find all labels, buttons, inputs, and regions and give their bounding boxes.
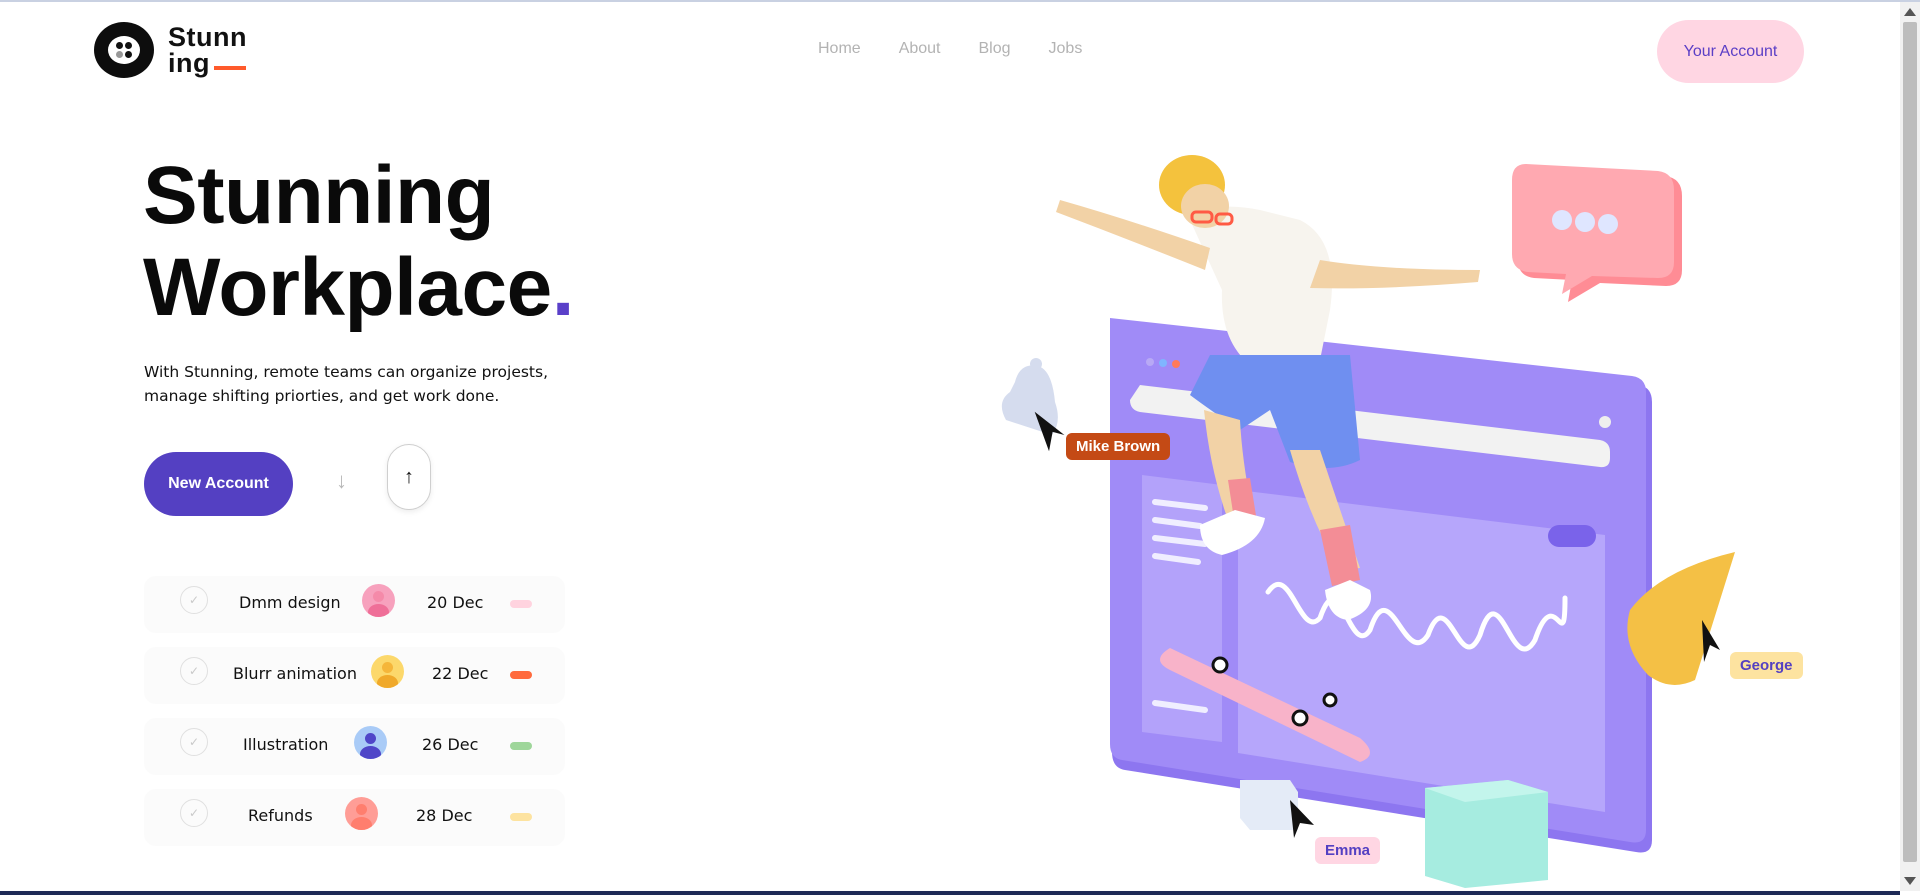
avatar xyxy=(362,584,395,617)
task-name: Refunds xyxy=(248,806,313,825)
task-row[interactable]: ✓ Dmm design 20 Dec xyxy=(144,576,565,633)
task-list: ✓ Dmm design 20 Dec ✓ Blurr animation 22… xyxy=(144,576,565,860)
main-nav: Home About Blog Jobs xyxy=(818,40,1120,58)
task-name: Blurr animation xyxy=(233,664,357,683)
status-badge xyxy=(510,600,532,608)
hero-illustration: Mike Brown George Emma xyxy=(960,140,1810,890)
brand-logo[interactable]: Stunn ing xyxy=(94,22,247,78)
status-badge xyxy=(510,671,532,679)
new-account-button[interactable]: New Account xyxy=(144,452,293,516)
title-dot: . xyxy=(551,242,575,333)
page-scrollbar[interactable] xyxy=(1900,2,1920,891)
task-date: 28 Dec xyxy=(416,806,473,825)
page-title: Stunning Workplace. xyxy=(143,150,575,334)
logo-underline xyxy=(214,66,246,70)
check-icon[interactable]: ✓ xyxy=(180,799,208,827)
arrow-down-icon[interactable]: ↓ xyxy=(336,468,347,494)
title-line1: Stunning xyxy=(143,150,495,241)
nav-blog[interactable]: Blog xyxy=(979,40,1011,58)
task-date: 22 Dec xyxy=(432,664,489,683)
label-mike-brown: Mike Brown xyxy=(1066,433,1171,460)
small-cube xyxy=(1240,780,1298,830)
task-row[interactable]: ✓ Refunds 28 Dec xyxy=(144,789,565,846)
your-account-button[interactable]: Your Account xyxy=(1657,20,1804,83)
arrow-up-icon: ↑ xyxy=(404,465,414,488)
check-icon[interactable]: ✓ xyxy=(180,586,208,614)
logo-mark-icon xyxy=(94,22,154,78)
title-line2: Workplace xyxy=(143,242,552,333)
logo-text: Stunn ing xyxy=(168,22,247,78)
check-icon[interactable]: ✓ xyxy=(180,657,208,685)
task-date: 26 Dec xyxy=(422,735,479,754)
window-top-border xyxy=(0,0,1920,2)
illustration-svg xyxy=(1001,155,1735,888)
cursor-icon xyxy=(1290,800,1314,838)
window-bottom-border xyxy=(0,891,1900,895)
avatar xyxy=(371,655,404,688)
label-george: George xyxy=(1730,652,1803,679)
logo-text-line1: Stunn xyxy=(168,22,247,52)
scroll-thumb[interactable] xyxy=(1903,22,1917,862)
task-row[interactable]: ✓ Illustration 26 Dec xyxy=(144,718,565,775)
task-row[interactable]: ✓ Blurr animation 22 Dec xyxy=(144,647,565,704)
hero-description: With Stunning, remote teams can organize… xyxy=(144,363,549,405)
label-emma: Emma xyxy=(1315,837,1381,864)
task-date: 20 Dec xyxy=(427,593,484,612)
task-name: Dmm design xyxy=(239,593,341,612)
scroll-up-button[interactable]: ↑ xyxy=(387,444,431,510)
nav-jobs[interactable]: Jobs xyxy=(1049,40,1083,58)
logo-text-line2: ing xyxy=(168,48,210,78)
check-icon[interactable]: ✓ xyxy=(180,728,208,756)
scroll-down-arrow-icon[interactable] xyxy=(1904,877,1916,885)
nav-home[interactable]: Home xyxy=(818,40,861,58)
avatar xyxy=(345,797,378,830)
scroll-up-arrow-icon[interactable] xyxy=(1904,8,1916,16)
task-name: Illustration xyxy=(243,735,329,754)
avatar xyxy=(354,726,387,759)
character-arm-right xyxy=(1310,260,1480,289)
status-badge xyxy=(510,813,532,821)
status-badge xyxy=(510,742,532,750)
nav-about[interactable]: About xyxy=(899,40,941,58)
